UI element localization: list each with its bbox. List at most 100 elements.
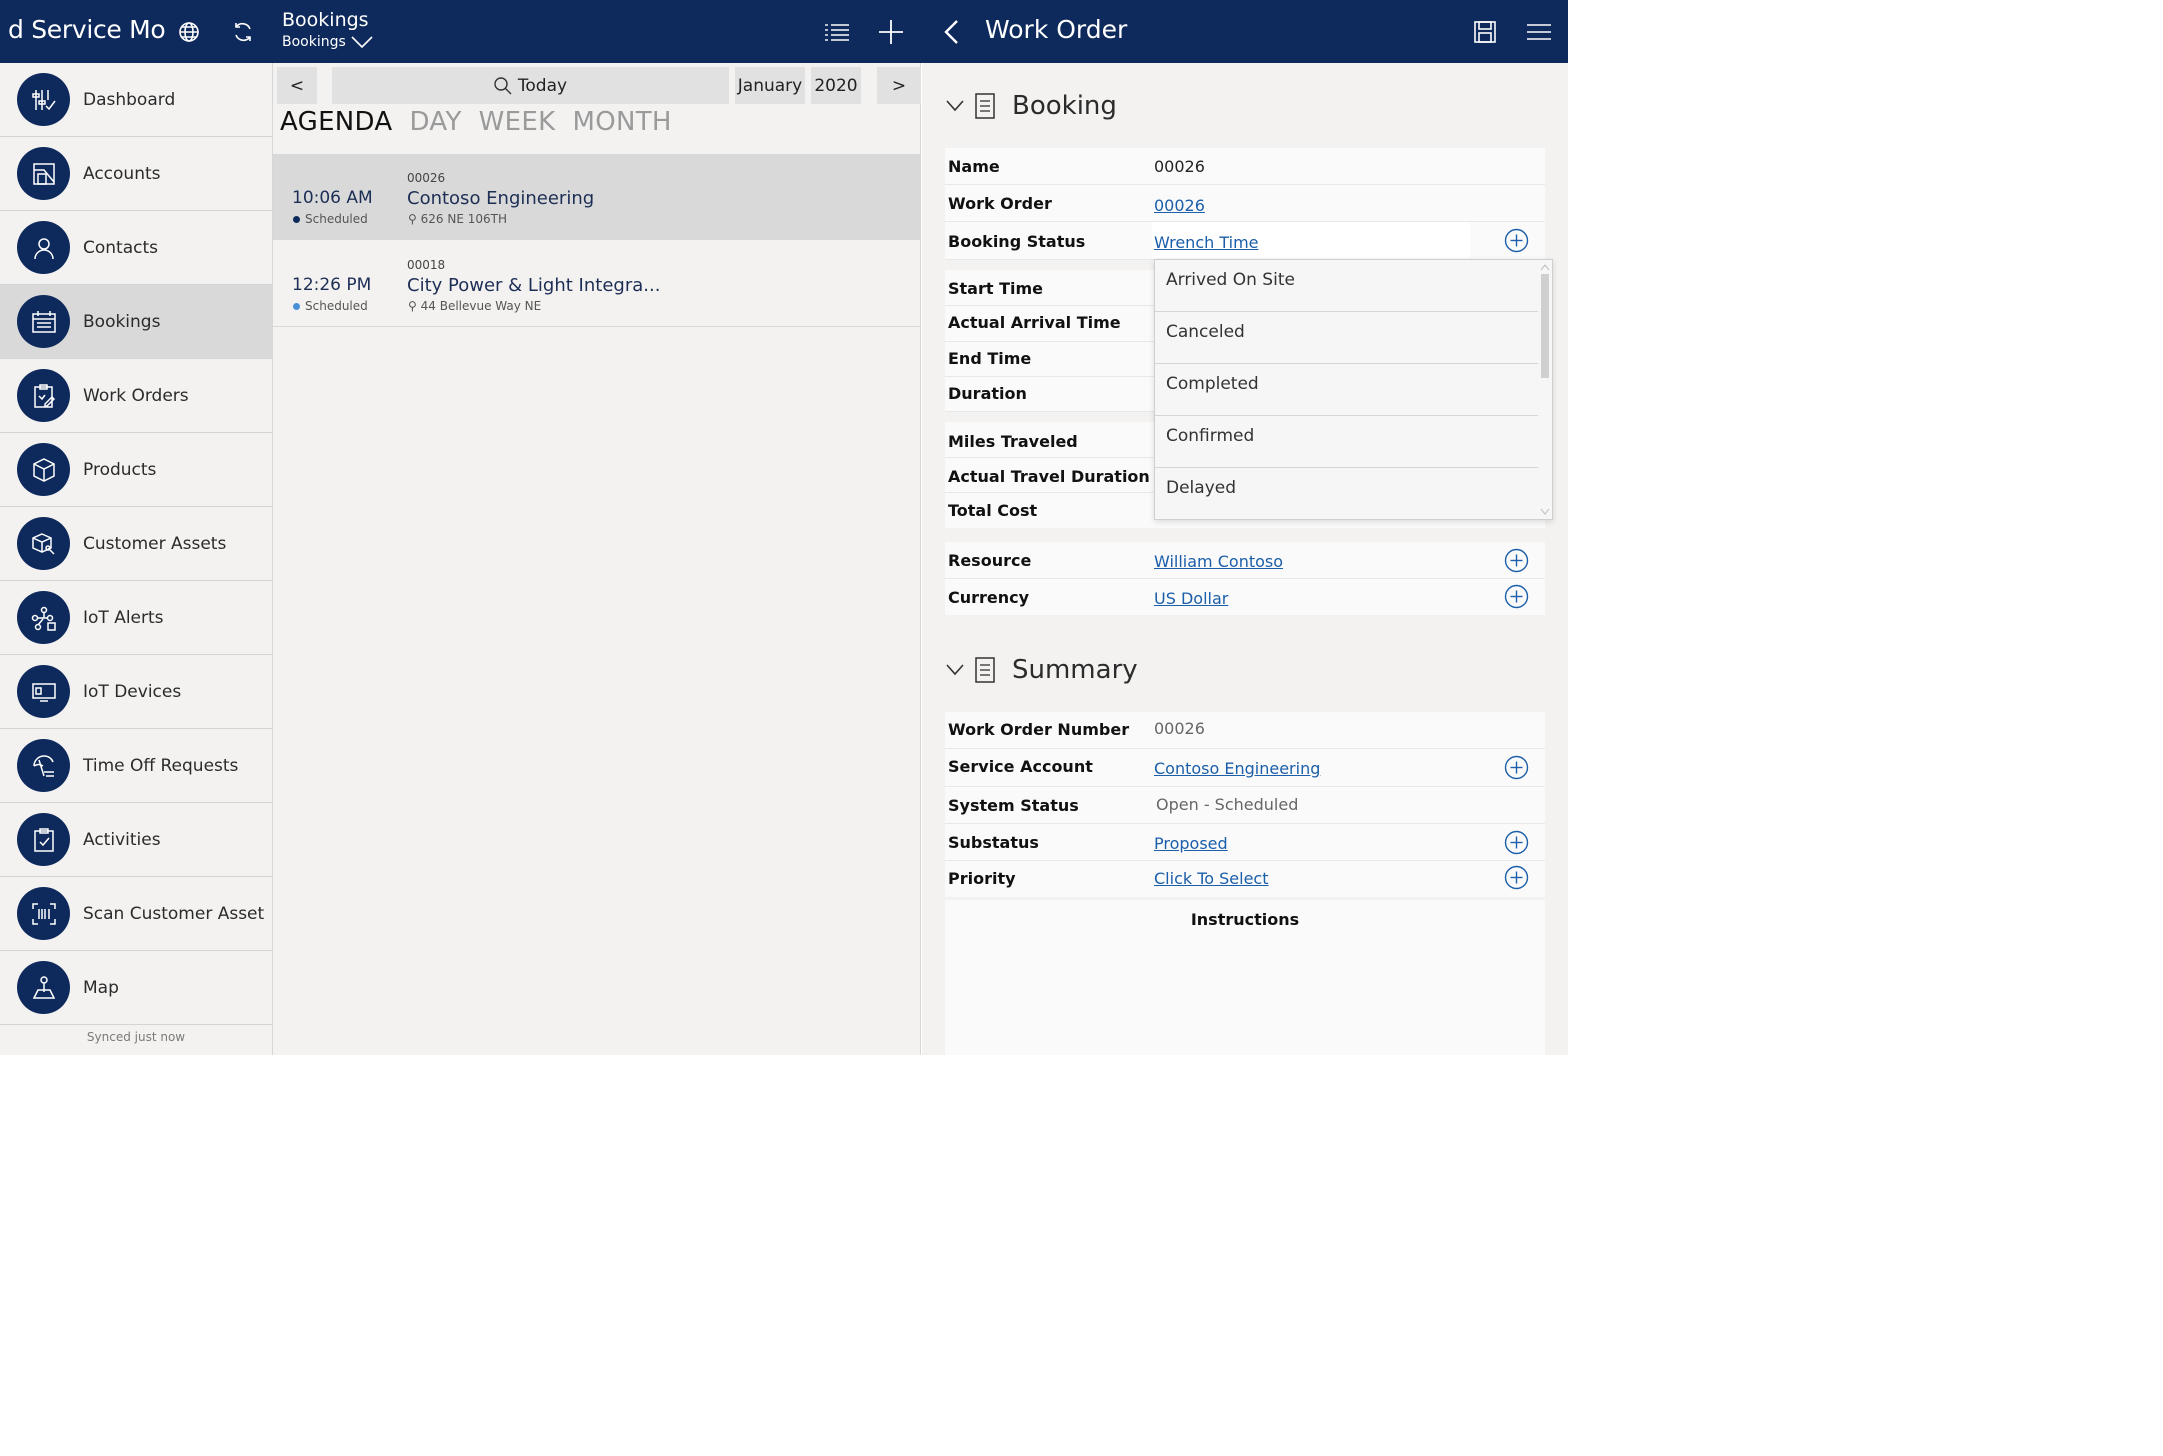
field-work-order: Work Order 00026 <box>945 185 1545 222</box>
dropdown-option[interactable]: Confirmed <box>1155 416 1538 468</box>
scroll-down-icon[interactable] <box>1540 508 1550 516</box>
scrollbar-thumb[interactable] <box>1541 274 1549 378</box>
sidebar-item-dashboard[interactable]: Dashboard <box>0 63 272 137</box>
prev-button[interactable]: < <box>277 67 317 104</box>
booking-address: ⚲ 44 Bellevue Way NE <box>408 299 541 313</box>
field-priority: Priority Click To Select <box>945 861 1545 897</box>
add-icon[interactable] <box>875 16 907 48</box>
agenda-item[interactable]: 12:26 PM Scheduled 00018 City Power & Li… <box>273 241 920 327</box>
today-button[interactable]: Today <box>332 67 729 104</box>
field-label: Work Order <box>948 194 1052 213</box>
service-account-link[interactable]: Contoso Engineering <box>1154 759 1320 778</box>
field-label: Miles Traveled <box>948 432 1078 451</box>
substatus-link[interactable]: Proposed <box>1154 834 1228 853</box>
add-circle-icon[interactable] <box>1504 830 1529 855</box>
sync-icon[interactable] <box>227 16 259 48</box>
next-button[interactable]: > <box>877 67 921 104</box>
booking-address-label: 44 Bellevue Way NE <box>420 299 542 313</box>
back-icon[interactable] <box>936 16 968 48</box>
sidebar-item-customer-assets[interactable]: Customer Assets <box>0 507 272 581</box>
accounts-icon <box>17 147 70 200</box>
dropdown-option[interactable]: Delayed <box>1155 468 1538 520</box>
bookings-icon <box>17 295 70 348</box>
add-circle-icon[interactable] <box>1504 584 1529 609</box>
scan-icon <box>17 887 70 940</box>
sidebar-item-products[interactable]: Products <box>0 433 272 507</box>
dropdown-option[interactable]: Canceled <box>1155 312 1538 364</box>
year-selector[interactable]: 2020 <box>811 67 861 104</box>
booking-status-link[interactable]: Wrench Time <box>1154 233 1259 252</box>
add-circle-icon[interactable] <box>1504 548 1529 573</box>
customer-assets-icon <box>17 517 70 570</box>
sidebar-item-label: IoT Devices <box>83 681 182 702</box>
booking-status-dropdown[interactable]: Arrived On Site Canceled Completed Confi… <box>1154 259 1553 520</box>
field-value[interactable]: 00026 <box>1154 719 1205 738</box>
priority-link[interactable]: Click To Select <box>1154 869 1269 888</box>
sidebar-item-label: IoT Alerts <box>83 607 164 628</box>
chevron-down-icon <box>946 664 964 676</box>
field-resource: Resource William Contoso <box>945 542 1545 579</box>
app-title: d Service Mo <box>8 15 166 44</box>
work-order-link[interactable]: 00026 <box>1154 196 1205 215</box>
booking-status-label: Scheduled <box>305 212 368 226</box>
agenda-item[interactable]: 10:06 AM Scheduled 00026 Contoso Enginee… <box>273 154 920 240</box>
booking-number: 00026 <box>407 171 446 185</box>
sidebar-item-time-off[interactable]: Time Off Requests <box>0 729 272 803</box>
booking-status: Scheduled <box>293 299 368 313</box>
tab-week[interactable]: WEEK <box>479 107 556 137</box>
currency-link[interactable]: US Dollar <box>1154 589 1228 608</box>
save-icon[interactable] <box>1469 16 1501 48</box>
menu-icon[interactable] <box>1523 16 1555 48</box>
sidebar-item-work-orders[interactable]: Work Orders <box>0 359 272 433</box>
contacts-icon <box>17 221 70 274</box>
sidebar-item-iot-devices[interactable]: IoT Devices <box>0 655 272 729</box>
sidebar-item-label: Accounts <box>83 163 161 184</box>
sidebar-item-activities[interactable]: Activities <box>0 803 272 877</box>
sidebar-item-accounts[interactable]: Accounts <box>0 137 272 211</box>
field-value[interactable]: Open - Scheduled <box>1156 795 1298 814</box>
sidebar-item-bookings[interactable]: Bookings <box>0 285 272 359</box>
field-label: Name <box>948 157 1000 176</box>
field-label: Booking Status <box>948 232 1086 251</box>
dropdown-option[interactable]: Completed <box>1155 364 1538 416</box>
tab-agenda[interactable]: AGENDA <box>280 107 393 137</box>
iot-devices-icon <box>17 665 70 718</box>
instructions-field[interactable]: Instructions <box>945 900 1545 1055</box>
breadcrumb-view-selector[interactable]: Bookings <box>282 32 374 52</box>
sidebar-item-scan[interactable]: Scan Customer Asset <box>0 877 272 951</box>
field-label: Actual Travel Duration <box>948 467 1150 486</box>
tab-day[interactable]: DAY <box>410 107 462 137</box>
summary-form: Work Order Number 00026 Service Account … <box>945 712 1545 897</box>
field-label: End Time <box>948 349 1032 368</box>
add-circle-icon[interactable] <box>1504 865 1529 890</box>
sidebar-item-label: Contacts <box>83 237 158 258</box>
field-value[interactable]: 00026 <box>1154 157 1205 176</box>
booking-account: City Power & Light Integra... <box>407 275 661 296</box>
dropdown-option[interactable]: Arrived On Site <box>1155 260 1538 312</box>
resource-link[interactable]: William Contoso <box>1154 552 1283 571</box>
scroll-up-icon[interactable] <box>1540 263 1550 271</box>
sidebar-item-map[interactable]: Map <box>0 951 272 1025</box>
field-label: Priority <box>948 869 1016 888</box>
breadcrumb[interactable]: Bookings Bookings <box>282 8 374 52</box>
booking-section-header[interactable]: Booking <box>946 91 1117 121</box>
sidebar-item-label: Customer Assets <box>83 533 227 554</box>
tab-month[interactable]: MONTH <box>572 107 671 137</box>
month-selector[interactable]: January <box>735 67 805 104</box>
sidebar: Dashboard Accounts Contacts Bookings Wor… <box>0 63 273 1055</box>
field-work-order-number: Work Order Number 00026 <box>945 712 1545 749</box>
sidebar-item-label: Activities <box>83 829 161 850</box>
add-circle-icon[interactable] <box>1504 228 1529 253</box>
summary-section-header[interactable]: Summary <box>946 655 1138 685</box>
sidebar-item-contacts[interactable]: Contacts <box>0 211 272 285</box>
sidebar-item-label: Scan Customer Asset <box>83 903 265 924</box>
sidebar-item-iot-alerts[interactable]: IoT Alerts <box>0 581 272 655</box>
breadcrumb-view-label: Bookings <box>282 34 346 50</box>
dropdown-scrollbar[interactable] <box>1537 260 1552 519</box>
document-icon <box>975 657 995 683</box>
add-circle-icon[interactable] <box>1504 755 1529 780</box>
globe-icon[interactable] <box>173 16 205 48</box>
top-bar: d Service Mo Bookings Bookings Work Orde… <box>0 0 1568 63</box>
dashboard-icon <box>17 73 70 126</box>
list-view-icon[interactable] <box>821 16 853 48</box>
